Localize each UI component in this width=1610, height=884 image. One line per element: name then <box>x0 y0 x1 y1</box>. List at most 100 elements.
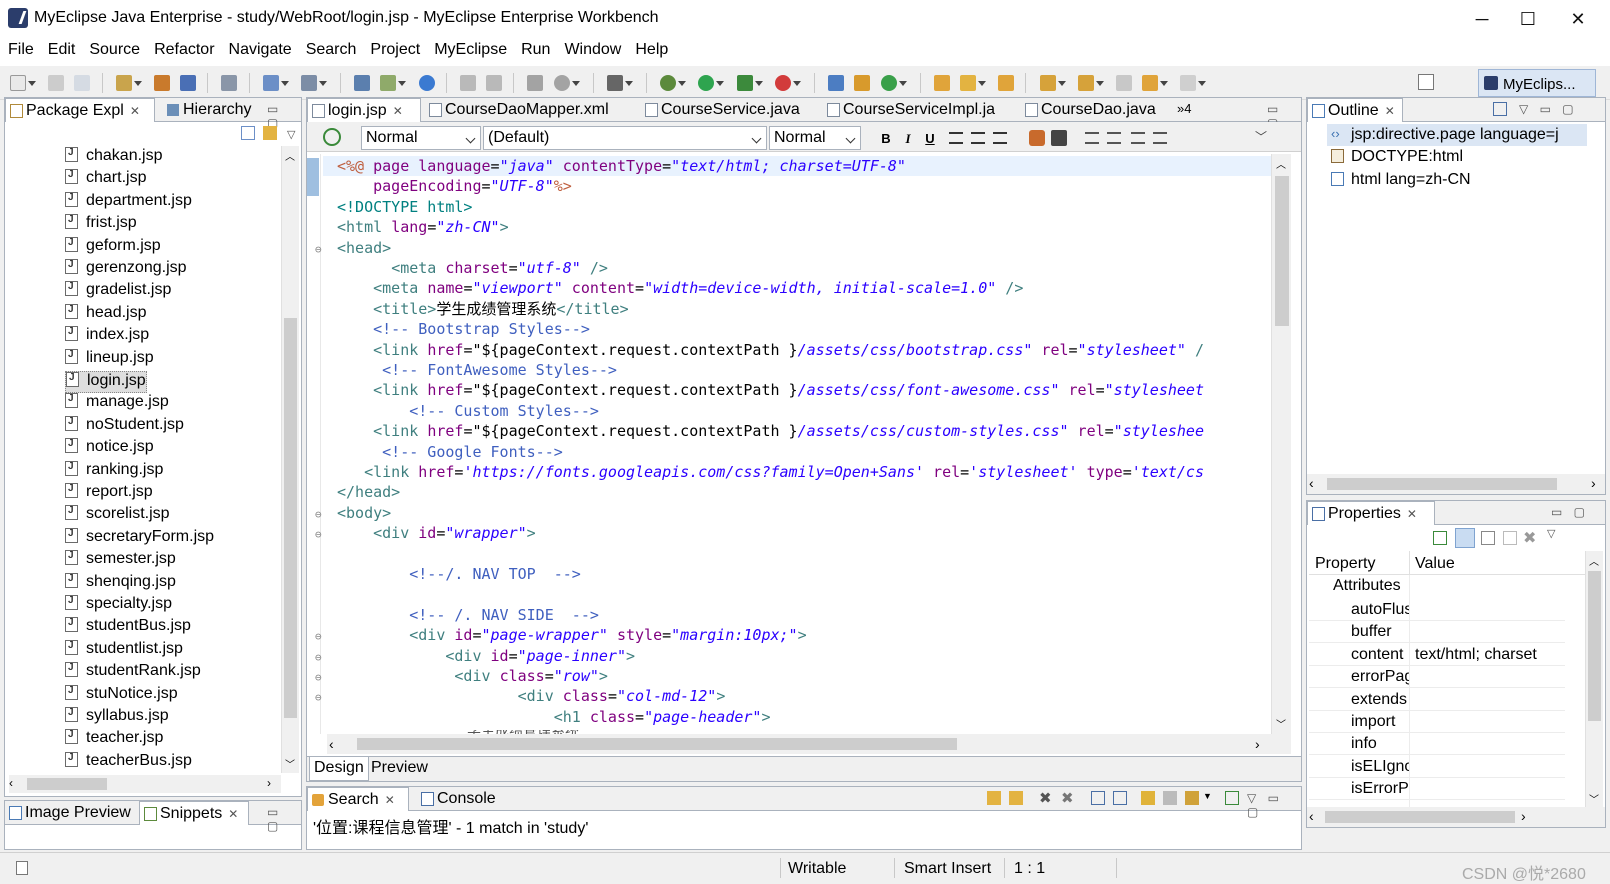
tree-item-file[interactable]: studentRank.jsp <box>65 662 201 684</box>
open-type-dropdown-icon[interactable] <box>318 81 327 86</box>
cancel-search-icon[interactable] <box>1163 791 1177 805</box>
settings-icon[interactable] <box>527 75 544 91</box>
restore-default-icon[interactable] <box>1503 531 1517 545</box>
search-tool-icon[interactable] <box>262 75 279 91</box>
pen-dropdown-icon[interactable] <box>978 81 987 86</box>
close-tab-icon[interactable]: ✕ <box>228 807 238 821</box>
scroll-thumb[interactable] <box>284 318 297 718</box>
tree-item-file[interactable]: gradelist.jsp <box>65 281 171 303</box>
view-min-max-icons[interactable]: ▽ ▭ ▢ <box>1519 102 1578 116</box>
run-server-icon[interactable] <box>736 75 753 91</box>
tree-item-file[interactable]: department.jsp <box>65 191 192 214</box>
categories-icon[interactable] <box>1455 528 1475 548</box>
bookmark-icon[interactable] <box>998 75 1015 91</box>
tab-coursedaomapper-xml[interactable]: CourseDaoMapper.xml <box>425 98 637 122</box>
outline-item[interactable]: DOCTYPE:html <box>1327 146 1587 168</box>
property-value[interactable]: text/html; charset <box>1415 646 1541 664</box>
scroll-thumb[interactable] <box>1327 478 1557 490</box>
tree-item-file[interactable]: noStudent.jsp <box>65 415 184 438</box>
property-row[interactable]: info <box>1309 733 1565 756</box>
new-project-icon[interactable] <box>115 75 132 91</box>
new-class-icon[interactable] <box>828 75 845 91</box>
remove-match-icon[interactable]: ✖ <box>1039 789 1052 807</box>
open-perspective-icon[interactable] <box>1418 74 1434 90</box>
outline-item[interactable]: html lang=zh-CN <box>1327 169 1587 191</box>
deploy-icon[interactable] <box>180 75 197 91</box>
property-column-header[interactable]: Property <box>1315 555 1375 573</box>
scroll-left-icon[interactable]: ‹ <box>329 736 334 752</box>
search-tool-dropdown-icon[interactable] <box>280 81 289 86</box>
fold-toggle-icon[interactable]: ⊖ <box>315 627 322 647</box>
view-min-max-icons[interactable]: ▭ ▢ <box>267 805 301 833</box>
tree-item-file[interactable]: frist.jsp <box>65 214 137 236</box>
menu-file[interactable]: File <box>0 38 40 59</box>
numbered-list-icon[interactable] <box>1131 132 1145 144</box>
view-menu-icon[interactable]: ▽ <box>287 128 295 141</box>
menu-edit[interactable]: Edit <box>40 38 82 59</box>
tree-item-file[interactable]: studentlist.jsp <box>65 639 183 662</box>
link-editor-icon[interactable] <box>263 126 277 140</box>
expand-all-icon[interactable] <box>1091 791 1105 805</box>
run-icon[interactable] <box>698 75 715 91</box>
next-annotation-dropdown-icon[interactable] <box>1057 81 1066 86</box>
collapse-all-icon[interactable] <box>1493 102 1507 116</box>
text-color-icon[interactable] <box>1051 130 1067 146</box>
fold-toggle-icon[interactable]: ⊖ <box>315 668 322 688</box>
editor-vertical-scrollbar[interactable]: ︿ ﹀ <box>1271 154 1291 734</box>
editor-horizontal-scrollbar[interactable]: ‹ › <box>327 734 1291 754</box>
align-left-icon[interactable] <box>949 132 963 144</box>
close-tab-icon[interactable]: ✕ <box>1385 104 1395 118</box>
refresh-dropdown-icon[interactable] <box>898 81 907 86</box>
package-icon[interactable] <box>153 75 170 91</box>
camera-icon[interactable] <box>606 75 623 91</box>
tree-item-file[interactable]: specialty.jsp <box>65 595 172 617</box>
bulleted-list-icon[interactable] <box>1153 132 1167 144</box>
menu-myeclipse[interactable]: MyEclipse <box>426 38 513 59</box>
search-history-icon[interactable] <box>1185 791 1199 805</box>
properties-horizontal-scrollbar[interactable]: ‹ › <box>1307 807 1605 827</box>
close-tab-icon[interactable]: ✕ <box>385 793 395 807</box>
remove-all-icon[interactable]: ✖ <box>1061 789 1074 807</box>
tree-item-file[interactable]: login.jsp <box>65 371 147 393</box>
tree-item-file[interactable]: scorelist.jsp <box>65 505 170 527</box>
external-tools-dropdown-icon[interactable] <box>792 81 801 86</box>
globe-icon[interactable] <box>418 75 435 91</box>
refresh-design-icon[interactable] <box>323 128 341 146</box>
minimize-button[interactable]: ─ <box>1462 4 1502 34</box>
property-row[interactable]: content text/html; charset <box>1309 644 1565 666</box>
scroll-left-icon[interactable]: ‹ <box>9 776 13 790</box>
tab-design[interactable]: Design <box>309 757 369 781</box>
back-icon[interactable] <box>1142 75 1159 91</box>
tree-item-file[interactable]: chakan.jsp <box>65 147 163 169</box>
network-dropdown-icon[interactable] <box>571 81 580 86</box>
tree-item-file[interactable]: chart.jsp <box>65 169 146 191</box>
history-icon[interactable] <box>486 75 503 91</box>
scroll-down-icon[interactable]: ﹀ <box>1589 791 1599 806</box>
print-icon[interactable] <box>74 75 91 91</box>
paragraph-format-select[interactable]: Normal <box>361 126 481 150</box>
forward-icon[interactable] <box>1180 75 1197 91</box>
properties-vertical-scrollbar[interactable]: ︿ ﹀ <box>1585 551 1603 807</box>
wizard-icon[interactable] <box>354 75 371 91</box>
prev-annotation-icon[interactable] <box>1077 75 1094 91</box>
scroll-right-icon[interactable]: › <box>267 776 271 790</box>
collapse-all-icon[interactable] <box>1113 791 1127 805</box>
outdent-icon[interactable] <box>1085 132 1099 144</box>
tab-courseserviceimpl-java[interactable]: CourseServiceImpl.ja <box>823 98 1017 122</box>
tree-vertical-scrollbar[interactable]: ︿ ﹀ <box>281 146 299 773</box>
align-center-icon[interactable] <box>971 132 985 144</box>
tab-preview[interactable]: Preview <box>367 757 432 781</box>
network-icon[interactable] <box>553 75 570 91</box>
menu-source[interactable]: Source <box>81 38 146 59</box>
perspective-button[interactable]: MyEclips... <box>1478 69 1596 97</box>
web-dropdown-icon[interactable] <box>398 81 407 86</box>
scroll-left-icon[interactable]: ‹ <box>1309 475 1314 491</box>
open-folder-icon[interactable] <box>933 75 950 91</box>
fast-view-icon[interactable] <box>16 861 28 875</box>
new-package-icon[interactable] <box>854 75 871 91</box>
fold-toggle-icon[interactable]: ⊖ <box>315 505 322 525</box>
tree-item-file[interactable]: lineup.jsp <box>65 348 154 371</box>
menu-refactor[interactable]: Refactor <box>146 38 220 59</box>
server-icon[interactable] <box>221 75 238 91</box>
outline-horizontal-scrollbar[interactable]: ‹ › <box>1307 474 1605 494</box>
